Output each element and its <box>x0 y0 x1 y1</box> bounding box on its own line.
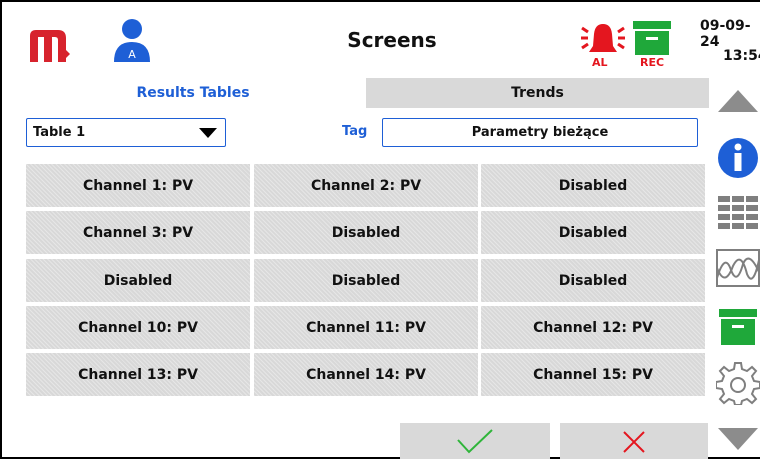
info-icon <box>718 138 758 178</box>
table-cell[interactable]: Disabled <box>481 259 705 302</box>
table-cell[interactable]: Channel 15: PV <box>481 353 705 396</box>
table-cell[interactable]: Channel 13: PV <box>26 353 250 396</box>
record-archive-icon[interactable] <box>632 20 672 56</box>
screen-frame: A Screens AL REC 09-09-24 13:54 Results … <box>0 0 760 459</box>
tab-results-tables[interactable]: Results Tables <box>26 78 360 108</box>
tab-trends[interactable]: Trends <box>366 78 709 108</box>
brand-logo <box>30 30 70 62</box>
checkmark-icon <box>457 429 493 454</box>
tag-field[interactable]: Parametry bieżące <box>382 118 698 147</box>
table-cell[interactable]: Channel 11: PV <box>254 306 478 349</box>
scroll-up-icon <box>718 90 758 112</box>
table-cell[interactable]: Channel 12: PV <box>481 306 705 349</box>
table-cell[interactable]: Disabled <box>254 211 478 254</box>
dropdown-arrow-icon <box>199 128 217 138</box>
table-cell[interactable]: Disabled <box>481 211 705 254</box>
table-cell[interactable]: Channel 3: PV <box>26 211 250 254</box>
table-cell[interactable]: Disabled <box>254 259 478 302</box>
table-cell[interactable]: Channel 2: PV <box>254 164 478 207</box>
close-icon <box>623 431 645 453</box>
table-cell[interactable]: Channel 14: PV <box>254 353 478 396</box>
table-cell[interactable]: Channel 10: PV <box>26 306 250 349</box>
table-icon <box>718 196 758 229</box>
scroll-down-button[interactable] <box>714 424 760 454</box>
scroll-down-icon <box>718 428 758 450</box>
trends-button[interactable] <box>714 246 760 290</box>
confirm-button[interactable] <box>400 423 550 459</box>
settings-icon <box>716 362 760 405</box>
user-icon[interactable]: A <box>114 18 150 62</box>
table-cell[interactable]: Channel 1: PV <box>26 164 250 207</box>
results-table-button[interactable] <box>714 192 760 234</box>
page-title: Screens <box>347 28 437 52</box>
date-display: 09-09-24 <box>700 18 751 50</box>
trend-icon <box>716 249 760 287</box>
settings-button[interactable] <box>714 360 760 406</box>
scroll-up-button[interactable] <box>714 86 760 116</box>
alarm-label: AL <box>592 56 608 69</box>
table-select-value: Table 1 <box>33 125 86 140</box>
rec-label: REC <box>640 56 665 69</box>
cancel-button[interactable] <box>560 423 708 459</box>
table-cell[interactable]: Disabled <box>26 259 250 302</box>
table-select[interactable]: Table 1 <box>26 118 226 147</box>
tag-label: Tag <box>342 124 368 139</box>
info-button[interactable] <box>714 136 760 180</box>
time-display: 13:54 <box>723 48 760 64</box>
user-badge: A <box>128 48 136 61</box>
archive-button[interactable] <box>714 306 760 348</box>
table-cell[interactable]: Disabled <box>481 164 705 207</box>
archive-icon <box>719 309 757 345</box>
